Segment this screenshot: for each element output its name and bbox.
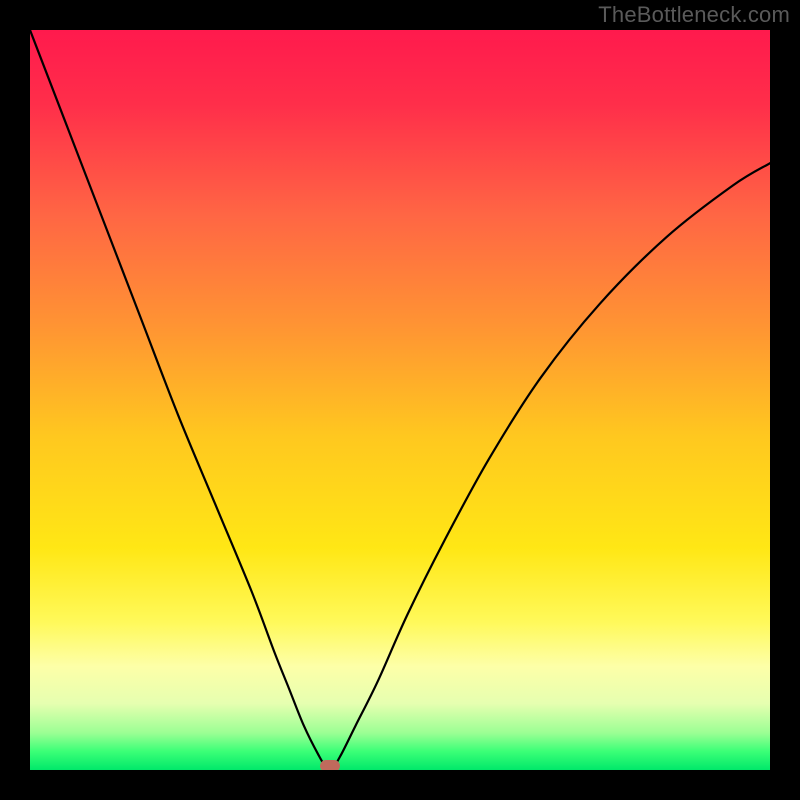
curve-layer [30,30,770,770]
plot-area [30,30,770,770]
bottleneck-curve [30,30,770,768]
chart-frame: TheBottleneck.com [0,0,800,800]
optimal-point-marker [320,760,340,770]
watermark-text: TheBottleneck.com [598,2,790,28]
